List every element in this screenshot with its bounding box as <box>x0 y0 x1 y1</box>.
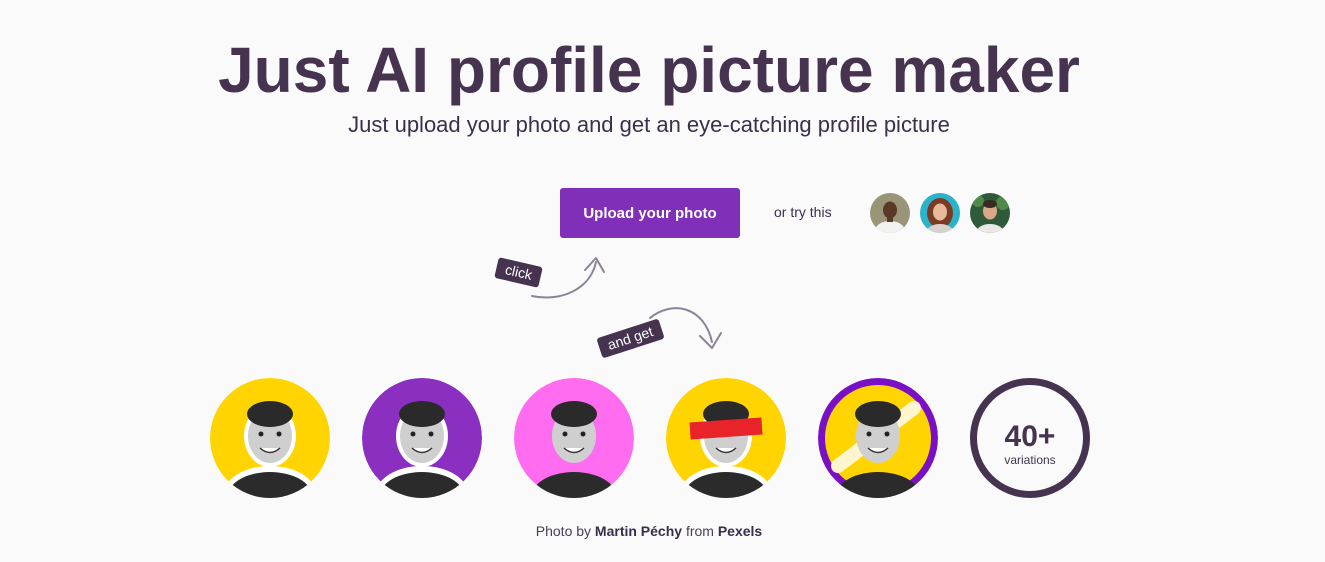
result-picture-yellow-redbar <box>666 378 786 498</box>
result-picture-yellow <box>210 378 330 498</box>
portrait-icon <box>818 378 938 498</box>
variations-count: 40+ <box>1004 420 1056 453</box>
photo-credit: Photo by Martin Péchy from Pexels <box>0 523 1298 539</box>
variations-label: variations <box>1004 453 1056 467</box>
portrait-icon <box>362 378 482 498</box>
result-picture-purple-ring <box>818 378 938 498</box>
credit-source-link[interactable]: Pexels <box>718 523 762 539</box>
portrait-icon <box>514 378 634 498</box>
result-picture-pink <box>514 378 634 498</box>
decorative-arrows <box>531 257 722 349</box>
variations-badge: 40+ variations <box>970 378 1090 498</box>
credit-middle: from <box>685 523 714 539</box>
credit-author-link[interactable]: Martin Péchy <box>595 523 682 539</box>
portrait-icon <box>666 378 786 498</box>
result-picture-purple <box>362 378 482 498</box>
portrait-icon <box>210 378 330 498</box>
credit-prefix: Photo by <box>535 523 592 539</box>
